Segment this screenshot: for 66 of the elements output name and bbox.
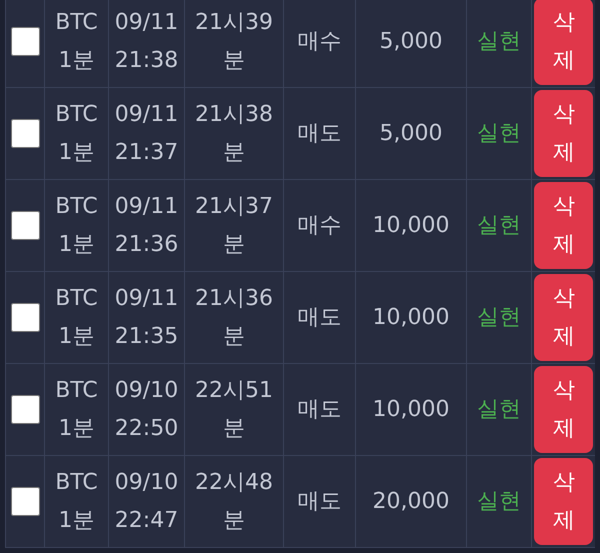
round-unit-text: 분 xyxy=(223,414,245,442)
round-unit-text: 분 xyxy=(223,506,245,534)
time-text: 22:50 xyxy=(114,414,178,442)
delete-button[interactable]: 삭제 xyxy=(534,458,593,545)
delete-button[interactable]: 삭제 xyxy=(534,366,593,453)
date-text: 09/11 xyxy=(114,192,178,220)
date-text: 09/10 xyxy=(114,468,178,496)
amount-text: 10,000 xyxy=(372,212,450,240)
time-text: 21:35 xyxy=(114,322,178,350)
amount-text: 10,000 xyxy=(372,304,450,332)
round-time-text: 21시36 xyxy=(195,284,273,312)
side-text: 매수 xyxy=(298,212,342,240)
status-text: 실현 xyxy=(477,28,521,56)
side-text: 매도 xyxy=(298,120,342,148)
interval-text: 1분 xyxy=(58,46,94,74)
side-text: 매도 xyxy=(298,304,342,332)
delete-button[interactable]: 삭제 xyxy=(534,182,593,269)
row-checkbox[interactable] xyxy=(10,487,40,516)
row-checkbox[interactable] xyxy=(10,303,40,332)
symbol-text: BTC xyxy=(55,284,98,312)
row-checkbox[interactable] xyxy=(10,27,40,56)
delete-button[interactable]: 삭제 xyxy=(534,274,593,361)
amount-text: 20,000 xyxy=(372,488,450,516)
amount-text: 5,000 xyxy=(380,28,442,56)
date-text: 09/10 xyxy=(114,376,178,404)
interval-text: 1분 xyxy=(58,230,94,258)
row-checkbox[interactable] xyxy=(10,119,40,148)
time-text: 21:37 xyxy=(114,138,178,166)
status-text: 실현 xyxy=(477,212,521,240)
row-checkbox[interactable] xyxy=(10,211,40,240)
symbol-text: BTC xyxy=(55,468,98,496)
round-time-text: 21시38 xyxy=(195,100,273,128)
interval-text: 1분 xyxy=(58,322,94,350)
amount-text: 10,000 xyxy=(372,396,450,424)
symbol-text: BTC xyxy=(55,8,98,36)
status-text: 실현 xyxy=(477,304,521,332)
round-time-text: 21시39 xyxy=(195,8,273,36)
delete-button[interactable]: 삭제 xyxy=(534,90,593,177)
date-text: 09/11 xyxy=(114,100,178,128)
symbol-text: BTC xyxy=(55,192,98,220)
date-text: 09/11 xyxy=(114,284,178,312)
interval-text: 1분 xyxy=(58,138,94,166)
round-unit-text: 분 xyxy=(223,46,245,74)
side-text: 매도 xyxy=(298,396,342,424)
time-text: 22:47 xyxy=(114,506,178,534)
delete-button[interactable]: 삭제 xyxy=(534,0,593,85)
round-time-text: 22시51 xyxy=(195,376,273,404)
date-text: 09/11 xyxy=(114,8,178,36)
row-checkbox[interactable] xyxy=(10,395,40,424)
status-text: 실현 xyxy=(477,396,521,424)
round-time-text: 21시37 xyxy=(195,192,273,220)
status-text: 실현 xyxy=(477,488,521,516)
round-unit-text: 분 xyxy=(223,138,245,166)
interval-text: 1분 xyxy=(58,506,94,534)
round-unit-text: 분 xyxy=(223,230,245,258)
side-text: 매도 xyxy=(298,488,342,516)
round-time-text: 22시48 xyxy=(195,468,273,496)
status-text: 실현 xyxy=(477,120,521,148)
symbol-text: BTC xyxy=(55,100,98,128)
time-text: 21:38 xyxy=(114,46,178,74)
round-unit-text: 분 xyxy=(223,322,245,350)
interval-text: 1분 xyxy=(58,414,94,442)
side-text: 매수 xyxy=(298,28,342,56)
symbol-text: BTC xyxy=(55,376,98,404)
time-text: 21:36 xyxy=(114,230,178,258)
amount-text: 5,000 xyxy=(380,120,442,148)
